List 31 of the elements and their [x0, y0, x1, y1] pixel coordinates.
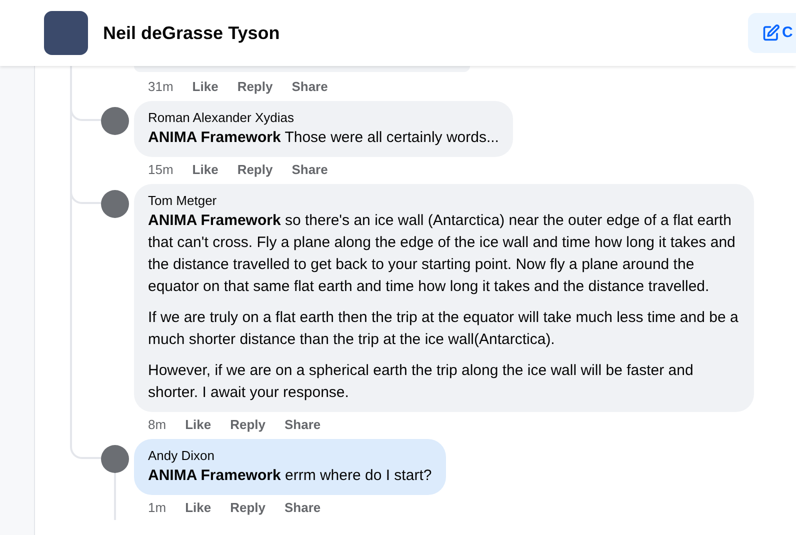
comment-action-link[interactable]: Share [292, 77, 328, 97]
comment-action-link[interactable]: Share [284, 415, 321, 435]
comment-action-link[interactable]: Reply [237, 77, 273, 97]
comment-author[interactable]: Roman Alexander Xydias [148, 109, 499, 126]
comment-text: However, if we are on a spherical earth the trip along the ice wall will be faster and shorter. I await your response. [148, 361, 694, 403]
comment-time: 15m [148, 161, 174, 180]
profile-photo-placeholder [44, 11, 88, 55]
comment-text: ANIMA Framework errm where do I start? [148, 466, 432, 486]
page-title: Neil deGrasse Tyson [103, 22, 280, 45]
avatar-photo-placeholder[interactable] [101, 445, 129, 473]
avatar-photo-placeholder[interactable] [101, 190, 129, 218]
comment-action-link[interactable]: Like [192, 77, 218, 97]
comment-time: 8m [148, 416, 166, 434]
comment-author[interactable]: Andy Dixon [148, 447, 432, 464]
comment-author[interactable]: Tom Metger [148, 192, 740, 209]
comment-text: ANIMA Framework so there's an ice wall (Antarctica) near the outer edge of a flat earth that can't cross. Fly a plane along the edge of the ice wall and time how long it takes and the distance travelled to get back to your starting point. Now fly a plane around the equator on that same flat earth and time how long it takes and the distance travelled. [148, 211, 736, 297]
comment-action-link[interactable]: Share [284, 498, 321, 518]
comment-time: 31m [148, 78, 174, 96]
avatar-photo-placeholder[interactable] [101, 107, 129, 135]
comment-text: ANIMA Framework Those were all certainly words... [148, 128, 499, 148]
comment-text: If we are truly on a flat earth then the trip at the equator will take much less time and be a much shorter distance than the trip at the ice wall(Antarctica). [148, 308, 740, 350]
comment-action-link[interactable]: Reply [237, 160, 273, 180]
edit-icon [762, 24, 780, 42]
comment-action-link[interactable]: Like [185, 498, 212, 518]
comment-time: 1m [148, 499, 166, 518]
comment-action-link[interactable]: Reply [230, 498, 266, 518]
comment-action-link[interactable]: Reply [230, 415, 266, 435]
edit-button[interactable]: C [748, 13, 796, 53]
comment-action-link[interactable]: Share [292, 160, 328, 180]
comment-action-link[interactable]: Like [192, 160, 218, 180]
comment-action-link[interactable]: Like [185, 415, 212, 435]
